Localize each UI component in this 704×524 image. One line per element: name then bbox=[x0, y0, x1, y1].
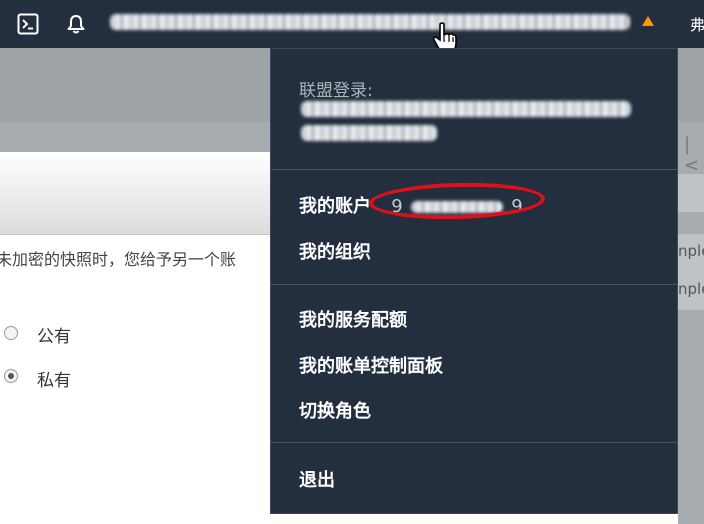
menu-item-my-organization[interactable]: 我的组织 bbox=[299, 238, 371, 264]
account-label: 我的账户 bbox=[299, 196, 371, 217]
menu-divider bbox=[271, 284, 677, 285]
account-dropdown-menu: 联盟登录: 我的账户 9 9 我的组织 我的服务配额 我的账单控制面板 切换角色… bbox=[270, 48, 678, 514]
radio-private[interactable] bbox=[4, 369, 18, 383]
dialog-description: 未加密的快照时，您给予另一个账 bbox=[0, 250, 237, 269]
radio-private-label: 私有 bbox=[37, 371, 71, 391]
menu-item-billing-dashboard[interactable]: 我的账单控制面板 bbox=[299, 352, 443, 378]
radio-public[interactable] bbox=[4, 326, 18, 340]
dialog-header bbox=[0, 152, 272, 235]
region-menu-partial[interactable]: 弗 bbox=[690, 14, 704, 35]
menu-divider bbox=[271, 442, 677, 443]
terminal-icon[interactable] bbox=[16, 12, 40, 36]
bell-icon[interactable] bbox=[64, 12, 88, 36]
warning-triangle-icon[interactable] bbox=[642, 16, 654, 26]
table-row-partial: nple bbox=[678, 280, 704, 298]
federated-login-label: 联盟登录: bbox=[299, 81, 373, 101]
redacted-login-identity bbox=[301, 125, 437, 141]
redacted-account-name[interactable] bbox=[110, 14, 630, 30]
redacted-login-identity bbox=[301, 101, 631, 117]
table-row-partial: nple bbox=[678, 242, 704, 260]
collapse-left-icon[interactable]: |< bbox=[684, 134, 704, 176]
menu-item-switch-role[interactable]: 切换角色 bbox=[299, 397, 371, 423]
menu-item-service-quotas[interactable]: 我的服务配额 bbox=[299, 306, 407, 332]
radio-public-label: 公有 bbox=[37, 327, 71, 347]
top-navigation-bar: 弗 bbox=[0, 0, 704, 53]
right-column-background bbox=[678, 122, 704, 524]
menu-item-sign-out[interactable]: 退出 bbox=[299, 466, 335, 492]
menu-divider bbox=[271, 169, 677, 170]
